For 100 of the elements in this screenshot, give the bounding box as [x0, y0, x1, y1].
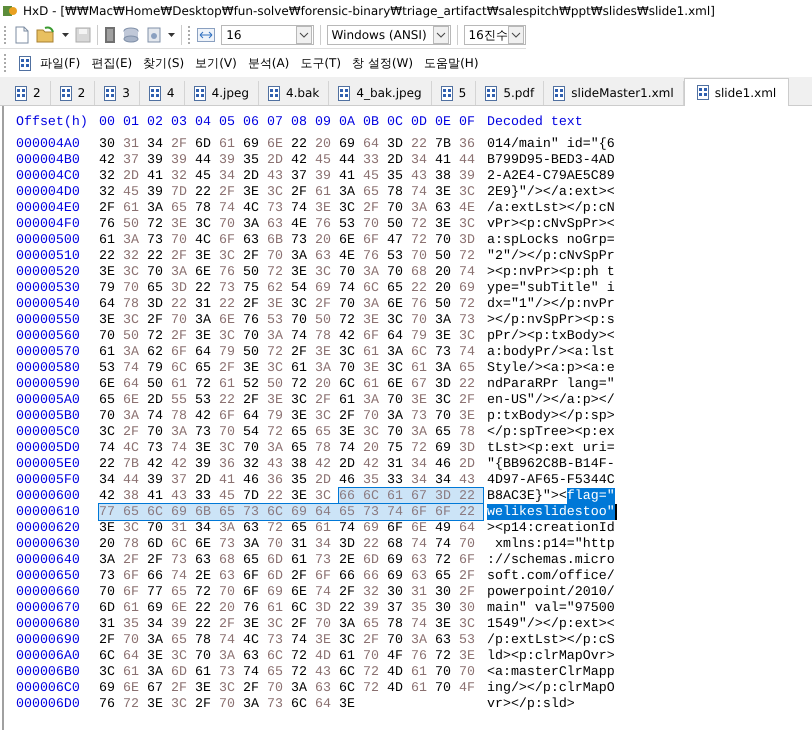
decoded-text: a:bodyPr/><a:lst — [487, 344, 615, 360]
chip-icon[interactable] — [104, 27, 116, 43]
hex-document-icon — [440, 86, 453, 100]
row-offset: 00000690 — [16, 632, 81, 648]
hex-bytes: 3C 2F 70 3A 73 70 54 72 65 65 3E 3C 70 3A 65 78 — [99, 424, 476, 440]
decoded-text: ype="subTitle" i — [487, 280, 615, 296]
menu-item[interactable]: 보기(V) — [195, 54, 237, 72]
column-header: 0B — [363, 114, 380, 131]
decoded-text: p:txBody></p:sp> — [487, 408, 615, 424]
hex-bytes: 3C 61 3A 6D 61 73 74 65 72 43 6C 72 4D 61 70 70 — [99, 664, 476, 680]
menu-item[interactable]: 편집(E) — [91, 54, 132, 72]
menu-item[interactable]: 파일(F) — [40, 54, 80, 72]
row-offset: 000004F0 — [16, 216, 81, 232]
hex-bytes: 69 6E 67 2F 3E 3C 2F 70 3A 63 6C 72 4D 61 70 4F — [99, 680, 476, 696]
row-offset: 00000680 — [16, 616, 81, 632]
column-header: 0F — [459, 114, 476, 131]
row-offset: 00000640 — [16, 552, 81, 568]
save-icon[interactable] — [74, 27, 91, 43]
bytes-per-row-select[interactable]: 16 — [221, 25, 314, 45]
disk-stack-icon[interactable] — [122, 27, 140, 43]
hex-bytes: 32 45 39 7D 22 2F 3E 3C 2F 61 3A 65 78 74 3E 3C — [99, 184, 476, 200]
decoded-text: 1549"/></p:ext>< — [487, 616, 615, 632]
row-offset: 000004E0 — [16, 200, 81, 216]
dropdown-arrow-icon[interactable] — [168, 33, 175, 37]
decoded-text: main" val="97500 — [487, 600, 615, 616]
row-offset: 00000520 — [16, 264, 81, 280]
hex-bytes: 22 7B 42 42 39 36 32 43 38 42 2D 42 31 34 46 2D — [99, 456, 476, 472]
row-offset: 00000500 — [16, 232, 81, 248]
decoded-text: Style/><a:p><a:e — [487, 360, 615, 376]
app-icon — [3, 5, 17, 17]
column-header: 03 — [171, 114, 188, 131]
hex-bytes: 76 50 72 3E 3C 70 3A 63 4E 76 53 70 50 72 3E 3C — [99, 216, 476, 232]
hex-bytes: 79 70 65 3D 22 73 75 62 54 69 74 6C 65 22 20 69 — [99, 280, 476, 296]
hex-bytes: 20 78 6D 6C 6E 73 3A 70 31 34 3D 22 68 74 74 70 — [99, 536, 476, 552]
hex-bytes: 2F 70 3A 65 78 74 4C 73 74 3E 3C 2F 70 3A 63 53 — [99, 632, 476, 648]
hex-bytes: 6C 64 3E 3C 70 3A 63 6C 72 4D 61 70 4F 76 72 3E — [99, 648, 476, 664]
row-offset: 000005E0 — [16, 456, 81, 472]
row-offset: 00000540 — [16, 296, 81, 312]
decoded-text: flag=" — [566, 488, 615, 504]
menu-item[interactable]: 도움말(H) — [424, 54, 478, 72]
menu-item[interactable]: 창 설정(W) — [352, 54, 414, 72]
column-header: 0D — [411, 114, 428, 131]
file-tab[interactable]: 5 — [432, 81, 476, 105]
hex-document-icon — [19, 56, 31, 70]
hex-bytes: 30 31 34 2F 6D 61 69 6E 22 20 69 64 3D 22 7B 36 — [99, 136, 476, 152]
charset-select[interactable]: Windows (ANSI) — [326, 25, 451, 45]
hex-bytes: 6E 64 50 61 72 61 52 50 72 20 6C 61 6E 67 3D 22 — [99, 376, 476, 392]
column-header: 02 — [147, 114, 164, 131]
row-offset: 00000600 — [16, 488, 81, 504]
decoded-text: "2"/></p:cNvSpPr — [487, 248, 615, 264]
file-tab[interactable]: 2 — [50, 81, 96, 105]
decoded-text: 2-A2E4-C79AE5C89 — [487, 168, 615, 184]
decoded-text: </p:spTree><p:ex — [487, 424, 615, 440]
decoded-text: <a:masterClrMapp — [487, 664, 615, 680]
file-tab[interactable]: 4.jpeg — [184, 81, 259, 105]
row-offset: 00000570 — [16, 344, 81, 360]
new-file-icon[interactable] — [14, 26, 30, 44]
column-header: 05 — [219, 114, 236, 131]
decoded-text: ><p14:creationId — [487, 520, 615, 536]
column-header: 04 — [195, 114, 212, 131]
row-offset: 00000620 — [16, 520, 81, 536]
width-arrows-icon — [197, 28, 216, 42]
column-header: 08 — [291, 114, 308, 131]
text-cursor — [614, 504, 617, 520]
decoded-text: dx="1"/></p:nvPr — [487, 296, 615, 312]
row-offset: 00000660 — [16, 584, 81, 600]
decoded-text: soft.com/office/ — [487, 568, 615, 584]
hex-bytes: 3E 3C 70 3A 6E 76 50 72 3E 3C 70 3A 70 68 20 74 — [99, 264, 476, 280]
document-icon[interactable] — [146, 27, 162, 43]
dropdown-arrow-icon[interactable] — [62, 33, 69, 37]
chevron-down-icon — [432, 26, 449, 44]
row-offset: 00000650 — [16, 568, 81, 584]
hex-bytes: 31 35 34 39 22 2F 3E 3C 2F 70 3A 65 78 74 3E 3C — [99, 616, 476, 632]
offset-base-select[interactable]: 16진수 — [464, 25, 526, 45]
hex-bytes: 77 65 6C 69 6B 65 73 6C 69 64 65 73 74 6F 6F 22 — [99, 504, 483, 520]
row-offset: 00000590 — [16, 376, 81, 392]
decoded-text: vPr><p:cNvSpPr>< — [487, 216, 615, 232]
column-header: 06 — [243, 114, 260, 131]
row-offset: 000006D0 — [16, 696, 81, 712]
open-folder-icon[interactable] — [36, 26, 56, 44]
hex-bytes: 61 3A 73 70 4C 6F 63 6B 73 20 6E 6F 47 72 70 3D — [99, 232, 476, 248]
decoded-text: ndParaRPr lang=" — [487, 376, 615, 392]
menu-item[interactable]: 찾기(S) — [143, 54, 184, 72]
row-offset: 000004B0 — [16, 152, 81, 168]
hex-bytes: 73 6F 66 74 2E 63 6F 6D 2F 6F 66 66 69 63 65 2F — [99, 568, 476, 584]
hex-bytes: 61 3A 62 6F 64 79 50 72 2F 3E 3C 61 3A 6C 73 74 — [99, 344, 476, 360]
chevron-down-icon — [296, 26, 312, 44]
decoded-text: /p:extLst></p:cS — [487, 632, 615, 648]
decoded-text: 4D97-AF65-F5344C — [487, 472, 615, 488]
hex-bytes: 3E 3C 2F 70 3A 6E 76 53 70 50 72 3E 3C 70 3A 73 — [99, 312, 476, 328]
file-tab[interactable]: slide1.xml — [684, 78, 790, 106]
menu-item[interactable]: 도구(T) — [300, 54, 342, 72]
decoded-text: vr></p:sld> — [487, 696, 575, 712]
hex-bytes: 66 6C 61 67 3D 22 — [339, 488, 483, 504]
row-offset: 000006C0 — [16, 680, 81, 696]
hex-document-icon — [60, 86, 72, 100]
row-offset: 00000510 — [16, 248, 81, 264]
hex-document-icon — [148, 86, 161, 100]
decoded-text: B799D95-BED3-4AD — [487, 152, 615, 168]
menu-item[interactable]: 분석(A) — [248, 54, 290, 72]
